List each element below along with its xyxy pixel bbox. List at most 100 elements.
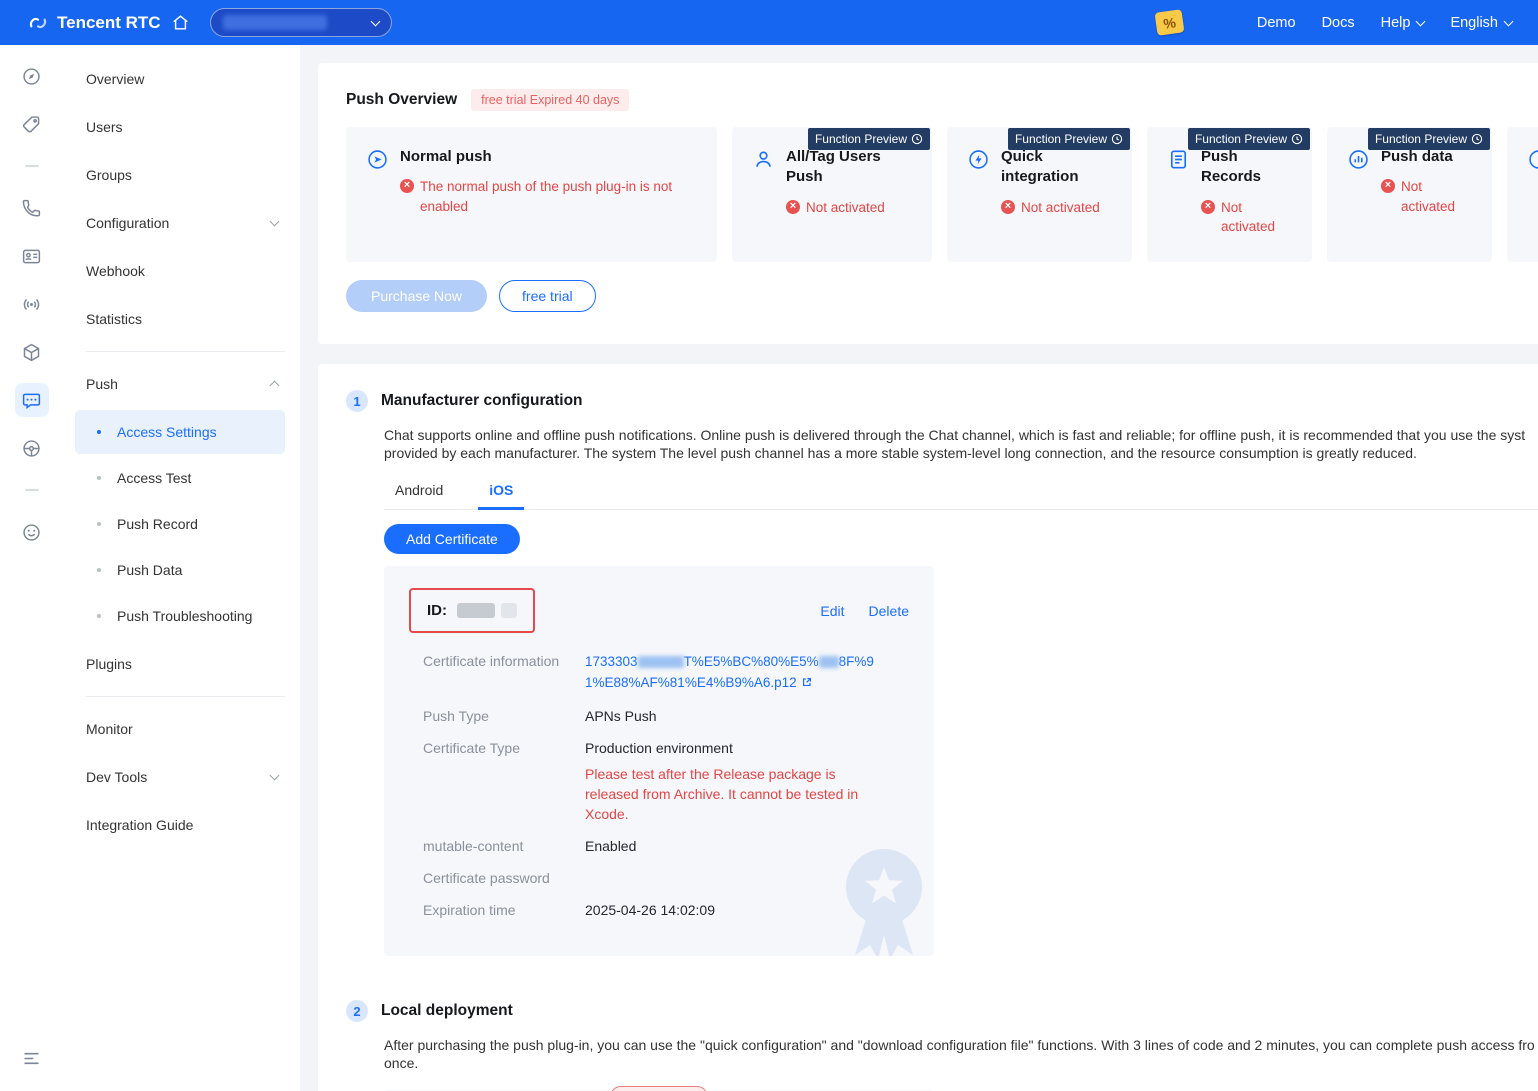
sidebar-item-push-data[interactable]: Push Data <box>75 548 285 592</box>
sidebar-item-push-troubleshooting[interactable]: Push Troubleshooting <box>75 594 285 638</box>
mutable-content-label: mutable-content <box>423 836 585 856</box>
function-preview-badge[interactable]: Function Preview <box>1188 128 1310 150</box>
id-card-icon[interactable] <box>15 239 49 273</box>
free-trial-button[interactable]: free trial <box>499 280 596 312</box>
edit-link[interactable]: Edit <box>820 603 844 619</box>
tab-android[interactable]: Android <box>384 482 454 509</box>
broadcast-icon[interactable] <box>15 287 49 321</box>
feature-title: Push Records <box>1201 147 1292 188</box>
clock-icon <box>1291 133 1303 145</box>
step-2-badge: 2 <box>346 1000 368 1022</box>
sidebar-item-dev-tools[interactable]: Dev Tools <box>63 753 300 801</box>
feature-card-partial <box>1507 127 1538 262</box>
product-icon-rail <box>0 45 63 1091</box>
error-icon <box>400 179 414 193</box>
nav-docs[interactable]: Docs <box>1322 15 1355 31</box>
sidebar-item-access-settings[interactable]: Access Settings <box>75 410 285 454</box>
feature-status: Not activated <box>1021 198 1100 218</box>
redacted-id <box>501 603 517 618</box>
push-overview-panel: Push Overview free trial Expired 40 days… <box>318 63 1538 344</box>
feature-status: The normal push of the push plug-in is n… <box>420 177 697 216</box>
feature-card-quick-integration: Function Preview Quick integration Not a… <box>947 127 1132 262</box>
feature-card-all-tag-users-push: Function Preview All/Tag Users Push Not … <box>732 127 932 262</box>
certificate-file-link[interactable]: 1733303T%E5%BC%80%E5%8F%91%E88%AF%81%E4%… <box>585 651 875 694</box>
sidebar-item-users[interactable]: Users <box>63 103 300 151</box>
rail-divider <box>25 489 39 491</box>
sidebar: Overview Users Groups Configuration Webh… <box>63 45 300 1091</box>
feature-cards-row: Normal push The normal push of the push … <box>346 127 1538 262</box>
document-icon <box>1167 148 1190 174</box>
feature-card-normal-push: Normal push The normal push of the push … <box>346 127 717 262</box>
sidebar-item-webhook[interactable]: Webhook <box>63 247 300 295</box>
add-certificate-button[interactable]: Add Certificate <box>384 524 520 554</box>
feature-status: Not activated <box>1401 177 1472 216</box>
id-label: ID: <box>427 602 447 619</box>
redacted-app-name <box>223 15 327 30</box>
push-overview-title: Push Overview <box>346 91 457 109</box>
tag-icon[interactable] <box>15 107 49 141</box>
sidebar-item-overview[interactable]: Overview <box>63 55 300 103</box>
tab-ios[interactable]: iOS <box>478 482 524 509</box>
feature-title: Normal push <box>400 147 697 167</box>
home-icon[interactable] <box>171 13 190 32</box>
push-type-label: Push Type <box>423 706 585 726</box>
collapse-menu-icon[interactable] <box>15 1041 49 1075</box>
sidebar-item-access-test[interactable]: Access Test <box>75 456 285 500</box>
redacted-id <box>457 603 495 618</box>
sidebar-item-push[interactable]: Push <box>63 360 300 408</box>
certificate-id-highlight: ID: <box>409 588 535 633</box>
clock-icon <box>1471 133 1483 145</box>
nav-help[interactable]: Help <box>1381 15 1425 31</box>
function-preview-badge[interactable]: Function Preview <box>808 128 930 150</box>
expiration-time-value: 2025-04-26 14:02:09 <box>585 900 715 920</box>
phone-icon[interactable] <box>15 191 49 225</box>
manufacturer-description: Chat supports online and offline push no… <box>384 426 1538 462</box>
bar-chart-icon <box>1347 148 1370 174</box>
bullet-icon <box>97 430 101 434</box>
mutable-content-value: Enabled <box>585 836 636 856</box>
cube-icon[interactable] <box>15 335 49 369</box>
sidebar-item-plugins[interactable]: Plugins <box>63 640 300 688</box>
sidebar-item-integration-guide[interactable]: Integration Guide <box>63 801 300 849</box>
feature-card-push-records: Function Preview Push Records Not activa… <box>1147 127 1312 262</box>
sidebar-item-statistics[interactable]: Statistics <box>63 295 300 343</box>
redacted-text <box>819 656 839 668</box>
local-deployment-title: Local deployment <box>381 1002 513 1020</box>
external-link-icon[interactable] <box>801 673 813 694</box>
chat-icon[interactable] <box>15 383 49 417</box>
function-preview-badge[interactable]: Function Preview <box>1008 128 1130 150</box>
brand[interactable]: Tencent RTC <box>28 13 161 33</box>
step-1-badge: 1 <box>346 390 368 412</box>
main-content: Push Overview free trial Expired 40 days… <box>300 45 1538 1091</box>
sidebar-item-configuration[interactable]: Configuration <box>63 199 300 247</box>
expiration-time-label: Expiration time <box>423 900 585 920</box>
coupon-icon[interactable]: % <box>1154 9 1184 36</box>
lightning-icon <box>967 148 990 174</box>
feature-title: All/Tag Users Push <box>786 147 912 188</box>
compass-icon[interactable] <box>15 59 49 93</box>
nav-demo[interactable]: Demo <box>1257 15 1296 31</box>
feature-status: Not activated <box>806 198 885 218</box>
certificate-password-label: Certificate password <box>423 868 585 888</box>
bullet-icon <box>97 476 101 480</box>
vehicle-icon[interactable] <box>15 431 49 465</box>
nav-language[interactable]: English <box>1450 15 1512 31</box>
chevron-up-icon <box>270 381 280 391</box>
chevron-down-icon <box>1416 16 1426 26</box>
sidebar-item-monitor[interactable]: Monitor <box>63 705 300 753</box>
sidebar-divider <box>86 351 285 352</box>
function-preview-badge[interactable]: Function Preview <box>1368 128 1490 150</box>
delete-link[interactable]: Delete <box>869 603 909 619</box>
topbar-nav: % Demo Docs Help English <box>1156 11 1512 34</box>
error-icon <box>1381 179 1395 193</box>
smiley-icon[interactable] <box>15 515 49 549</box>
topbar: Tencent RTC % Demo Docs Help English <box>0 0 1538 45</box>
manufacturer-config-title: Manufacturer configuration <box>381 392 583 410</box>
configuration-panel: 1 Manufacturer configuration Chat suppor… <box>318 364 1538 1091</box>
feature-title: Quick integration <box>1001 147 1112 188</box>
sidebar-item-groups[interactable]: Groups <box>63 151 300 199</box>
application-selector[interactable] <box>210 8 392 37</box>
purchase-now-button[interactable]: Purchase Now <box>346 280 487 312</box>
chevron-down-icon <box>370 16 380 26</box>
sidebar-item-push-record[interactable]: Push Record <box>75 502 285 546</box>
